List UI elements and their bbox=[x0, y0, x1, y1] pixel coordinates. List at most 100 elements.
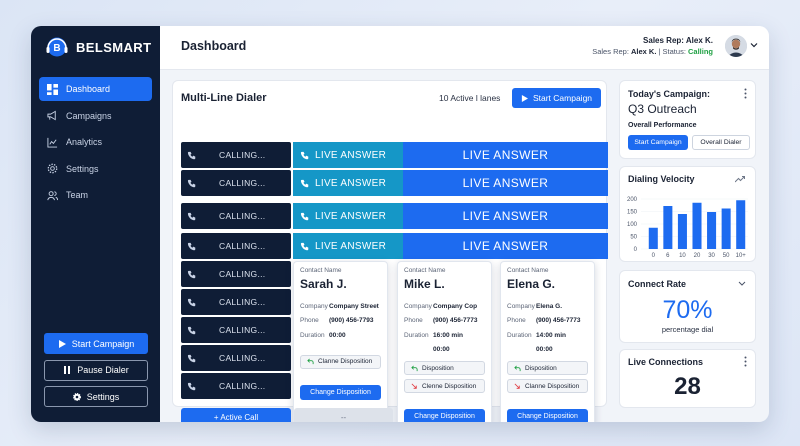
empty-slot-button[interactable]: -- bbox=[294, 408, 393, 422]
status-user: Alex K. bbox=[631, 47, 657, 56]
app-window: B BELSMART Dashboard Campaigns Analytics… bbox=[31, 26, 769, 422]
phone-label: Phone bbox=[404, 317, 423, 325]
live-answer-lane-3[interactable]: LIVE ANSWER LIVE ANSWER bbox=[293, 203, 608, 229]
x-tick-label: 10 bbox=[679, 253, 686, 259]
sidebar-item-dashboard[interactable]: Dashboard bbox=[39, 77, 152, 101]
sidebar: B BELSMART Dashboard Campaigns Analytics… bbox=[31, 26, 160, 422]
calling-status: CALLING... bbox=[219, 178, 266, 188]
play-icon bbox=[521, 94, 528, 102]
contact-name: Elena G. bbox=[507, 277, 556, 291]
calling-lane-1[interactable]: CALLING... bbox=[181, 142, 291, 168]
campaign-panel: Today's Campaign: Q3 Outreach Overall Pe… bbox=[619, 80, 756, 159]
settings-label: Settings bbox=[86, 391, 120, 402]
live-connections-panel: Live Connections 28 bbox=[619, 349, 756, 408]
calling-lane-5[interactable]: CALLING... bbox=[181, 261, 291, 287]
megaphone-icon bbox=[47, 110, 56, 121]
contact-card-1[interactable]: Contact Name Sarah J. Company Company Str… bbox=[293, 261, 388, 422]
calling-status: CALLING... bbox=[219, 297, 266, 307]
phone-icon bbox=[187, 354, 196, 362]
multi-line-dialer: Multi-Line Dialer 10 Active l lanes Star… bbox=[172, 80, 608, 422]
avatar[interactable] bbox=[725, 35, 747, 57]
calling-lane-3[interactable]: CALLING... bbox=[181, 203, 291, 229]
calling-lane-2[interactable]: CALLING... bbox=[181, 170, 291, 196]
pause-icon bbox=[64, 366, 71, 374]
velocity-title: Dialing Velocity bbox=[628, 174, 695, 184]
chart-icon bbox=[47, 137, 58, 148]
phone-value: (900) 456-7773 bbox=[536, 317, 581, 325]
phone-icon bbox=[300, 151, 309, 159]
missed-call-icon bbox=[411, 383, 417, 389]
live-answer-lane-2[interactable]: LIVE ANSWER LIVE ANSWER bbox=[293, 170, 608, 196]
phone-icon bbox=[300, 179, 309, 187]
phone-icon bbox=[187, 242, 196, 250]
sidebar-nav: Dashboard Campaigns Analytics Settings T… bbox=[39, 77, 152, 210]
calling-status: CALLING... bbox=[219, 381, 266, 391]
live-answer-tag: LIVE ANSWER bbox=[293, 233, 403, 259]
start-campaign-button[interactable]: Start Campaign bbox=[44, 333, 148, 354]
sidebar-item-settings[interactable]: Settings bbox=[39, 157, 152, 181]
timer-value: 00:00 bbox=[433, 346, 450, 354]
disposition-option[interactable]: Disposition bbox=[404, 361, 485, 375]
svg-text:B: B bbox=[53, 43, 60, 54]
calling-lane-9[interactable]: CALLING... bbox=[181, 373, 291, 399]
duration-value: 14:00 min bbox=[536, 331, 566, 339]
add-active-call-button[interactable]: + Active Call bbox=[181, 408, 291, 422]
y-tick-label: 200 bbox=[627, 197, 638, 203]
phone-label: Phone bbox=[300, 317, 319, 325]
duration-label: Duration bbox=[507, 331, 532, 339]
contact-card-2[interactable]: Contact Name Mike L. Company Company Cop … bbox=[397, 261, 492, 422]
settings-button[interactable]: Settings bbox=[44, 386, 148, 407]
sidebar-item-team[interactable]: Team bbox=[39, 183, 152, 207]
phone-value: (900) 456-7773 bbox=[433, 317, 478, 325]
reply-icon bbox=[411, 365, 418, 371]
calling-lane-6[interactable]: CALLING... bbox=[181, 289, 291, 315]
disposition-option[interactable]: Disposition bbox=[507, 361, 588, 375]
disposition-label: Disposition bbox=[525, 364, 557, 372]
calling-status: CALLING... bbox=[219, 211, 266, 221]
live-answer-lane-4[interactable]: LIVE ANSWER LIVE ANSWER bbox=[293, 233, 608, 259]
status-prefix: Sales Rep: bbox=[592, 47, 631, 56]
calling-lane-7[interactable]: CALLING... bbox=[181, 317, 291, 343]
velocity-chart: 200 150 100 50 0 0 6 10 20 30 50 10+ bbox=[627, 197, 748, 259]
change-disposition-button[interactable]: Change Disposition bbox=[507, 409, 588, 422]
campaign-start-button[interactable]: Start Campaign bbox=[628, 135, 688, 150]
company-value: Company Street bbox=[329, 302, 379, 310]
pause-dialer-button[interactable]: Pause Dialer bbox=[44, 359, 148, 381]
disposition-option[interactable]: Clanne Disposition bbox=[300, 354, 381, 369]
disposition-option[interactable]: Clenne Disposition bbox=[404, 379, 485, 393]
change-disposition-label: Change Disposition bbox=[414, 413, 475, 420]
disposition-label: Disposition bbox=[422, 364, 454, 372]
more-options-icon[interactable] bbox=[744, 356, 747, 367]
sidebar-item-campaigns[interactable]: Campaigns bbox=[39, 104, 152, 128]
sidebar-item-label: Analytics bbox=[66, 137, 103, 148]
company-label: Company bbox=[507, 302, 535, 310]
chevron-down-icon[interactable] bbox=[750, 41, 758, 49]
trend-up-icon bbox=[735, 176, 745, 183]
phone-value: (900) 456-7793 bbox=[329, 317, 374, 325]
chevron-down-icon[interactable] bbox=[738, 281, 746, 287]
overall-dialer-button[interactable]: Overall Dialer bbox=[692, 135, 750, 150]
change-disposition-button[interactable]: Change Disposition bbox=[300, 385, 381, 400]
x-tick-label: 50 bbox=[723, 253, 730, 259]
calling-lane-8[interactable]: CALLING... bbox=[181, 345, 291, 371]
x-tick-label: 20 bbox=[694, 253, 701, 259]
x-tick-label: 6 bbox=[666, 253, 670, 259]
sidebar-item-analytics[interactable]: Analytics bbox=[39, 130, 152, 154]
contact-name-label: Contact Name bbox=[507, 267, 549, 274]
live-answer-lane-1[interactable]: LIVE ANSWER LIVE ANSWER bbox=[293, 142, 608, 168]
calling-lane-4[interactable]: CALLING... bbox=[181, 233, 291, 259]
live-answer-tag: LIVE ANSWER bbox=[293, 170, 403, 196]
change-disposition-button[interactable]: Change Disposition bbox=[404, 409, 485, 422]
gear-icon bbox=[47, 163, 58, 174]
user-info: Sales Rep: Alex K. Sales Rep: Alex K. | … bbox=[592, 36, 713, 56]
company-label: Company bbox=[300, 302, 328, 310]
company-value: Elena G. bbox=[536, 302, 563, 310]
phone-icon bbox=[187, 179, 196, 187]
dialer-start-campaign-button[interactable]: Start Campaign bbox=[512, 88, 601, 108]
contact-card-3[interactable]: Contact Name Elena G. Company Elena G. Ph… bbox=[500, 261, 595, 422]
company-value: Company Cop bbox=[433, 302, 478, 310]
live-answer-banner: LIVE ANSWER bbox=[403, 142, 608, 168]
sidebar-actions: Start Campaign Pause Dialer Settings bbox=[44, 333, 148, 413]
more-options-icon[interactable] bbox=[744, 88, 747, 99]
disposition-option[interactable]: Clanne Disposition bbox=[507, 379, 588, 393]
